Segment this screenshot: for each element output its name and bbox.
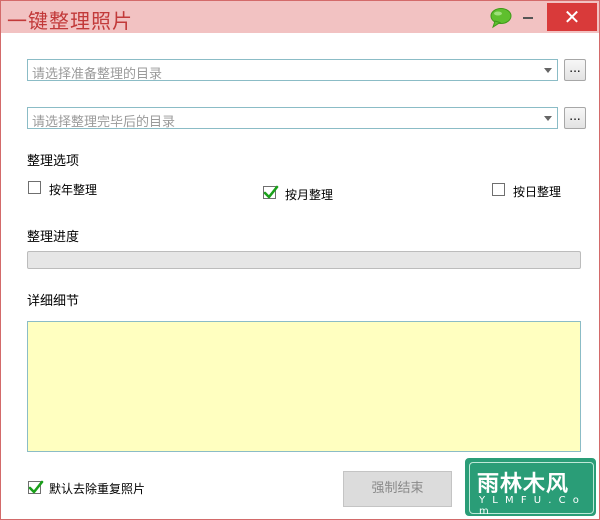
close-button[interactable]: ✕ [547, 3, 597, 31]
force-stop-button[interactable]: 强制结束 [343, 471, 452, 507]
by-month-checkbox[interactable] [263, 185, 279, 199]
minimize-icon [523, 17, 533, 19]
checkmark-icon [263, 185, 279, 199]
watermark-text: 雨林木风 [477, 472, 570, 497]
progress-heading: 整理进度 [27, 230, 80, 245]
by-month-label[interactable]: 按月整理 [285, 186, 333, 203]
minimize-button[interactable] [515, 5, 541, 27]
dedupe-checkbox[interactable] [28, 480, 44, 494]
options-heading: 整理选项 [27, 154, 80, 169]
source-directory-select[interactable]: 请选择准备整理的目录 [27, 59, 558, 82]
source-directory-placeholder: 请选择准备整理的目录 [32, 67, 163, 82]
by-year-checkbox[interactable] [28, 181, 41, 194]
dedupe-label[interactable]: 默认去除重复照片 [49, 480, 145, 497]
chevron-down-icon[interactable] [544, 68, 552, 73]
target-directory-select[interactable]: 请选择整理完毕后的目录 [27, 107, 558, 130]
close-icon: ✕ [563, 5, 581, 29]
target-directory-placeholder: 请选择整理完毕后的目录 [32, 115, 176, 130]
by-day-checkbox[interactable] [492, 183, 505, 196]
app-window: 一键整理照片 ✕ 请选择准备整理的目录 ... 请选择整理完毕后的目录 ... … [0, 0, 600, 520]
by-day-label[interactable]: 按日整理 [513, 183, 561, 200]
chat-bubble-icon[interactable] [489, 7, 513, 29]
window-title: 一键整理照片 [7, 9, 133, 33]
title-bar[interactable]: 一键整理照片 ✕ [1, 1, 599, 33]
watermark-url: Y L M F U . C o m [479, 495, 581, 517]
target-browse-button[interactable]: ... [564, 107, 586, 129]
by-year-label[interactable]: 按年整理 [49, 181, 97, 198]
details-textarea[interactable] [27, 321, 581, 452]
chevron-down-icon[interactable] [544, 116, 552, 121]
source-browse-button[interactable]: ... [564, 59, 586, 81]
checkmark-icon [28, 480, 44, 494]
ylmf-watermark-logo: 雨林木风 Y L M F U . C o m [463, 456, 598, 518]
details-heading: 详细细节 [27, 294, 80, 309]
progress-bar [27, 251, 581, 269]
